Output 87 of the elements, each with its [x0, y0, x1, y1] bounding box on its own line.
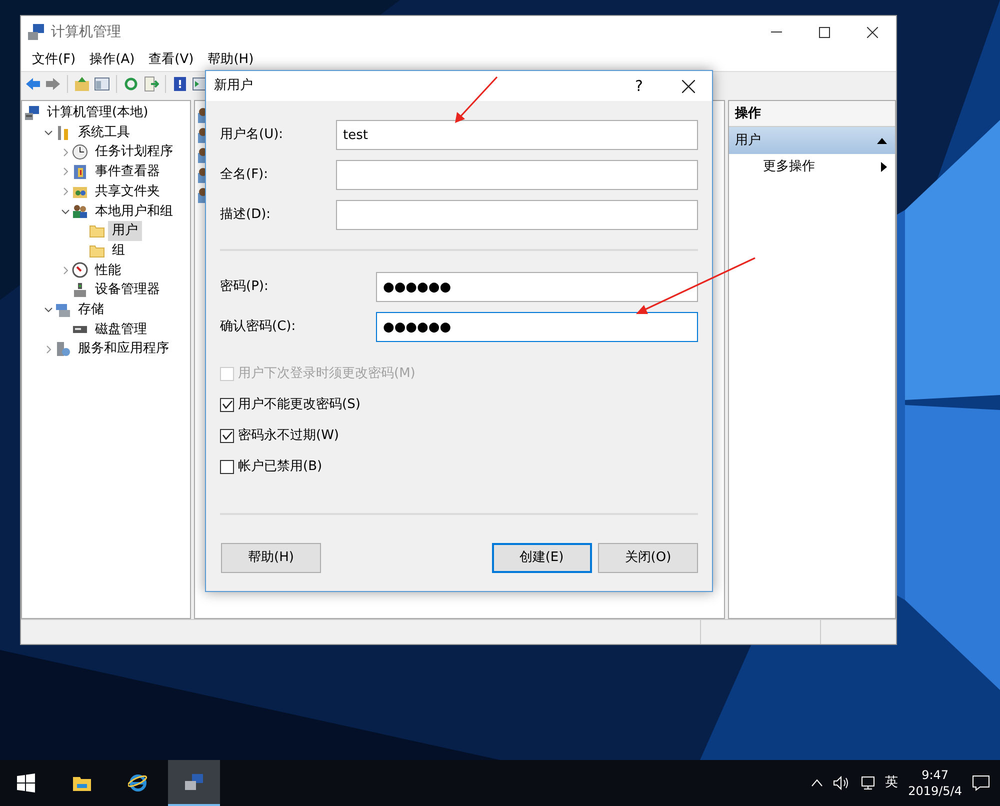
services-icon [55, 341, 71, 358]
refresh-icon[interactable] [123, 76, 139, 92]
text-field[interactable] [336, 160, 698, 190]
console-tree-icon[interactable] [94, 76, 110, 92]
folder-icon [89, 242, 105, 259]
speaker-icon[interactable] [833, 776, 850, 790]
dialog-title: 新用户 [214, 77, 253, 96]
checkbox[interactable] [220, 398, 234, 412]
input-method-indicator[interactable]: 英 [885, 773, 898, 793]
tools-icon [55, 124, 71, 141]
up-folder-icon[interactable] [74, 76, 90, 92]
browser-icon[interactable] [128, 773, 148, 793]
window-title: 计算机管理 [51, 22, 121, 42]
field-label: 全名(F): [220, 166, 270, 184]
tree-item[interactable]: 设备管理器 [91, 280, 164, 300]
notification-icon[interactable] [972, 775, 990, 791]
tree-item[interactable]: 系统工具 [74, 122, 134, 142]
tree-item[interactable]: 磁盘管理 [91, 320, 151, 340]
text-field[interactable]: ●●●●●● [376, 312, 698, 342]
computer-management-icon [27, 22, 45, 41]
folder-icon [89, 222, 105, 239]
clock-date[interactable]: 2019/5/4 [908, 783, 962, 800]
users-icon [72, 203, 88, 220]
tree-item[interactable]: 组 [108, 240, 129, 260]
expand-chevron-icon[interactable] [60, 148, 70, 157]
checkbox-label: 密码永不过期(W) [238, 426, 339, 445]
dialog-button[interactable]: 帮助(H) [221, 543, 321, 573]
menu-item[interactable]: 查看(V) [142, 50, 201, 70]
dialog-button[interactable]: 创建(E) [492, 543, 592, 573]
tree-item[interactable]: 计算机管理(本地) [43, 103, 152, 123]
field-label: 密码(P): [220, 278, 270, 296]
dialog-button[interactable]: 关闭(O) [598, 543, 698, 573]
device-icon [72, 282, 88, 298]
field-label: 用户名(U): [220, 126, 284, 144]
start-icon[interactable] [16, 773, 36, 793]
expand-chevron-icon[interactable] [60, 266, 70, 275]
text-field[interactable] [336, 200, 698, 230]
tree-item[interactable]: 事件查看器 [91, 162, 164, 182]
collapse-chevron-icon[interactable] [44, 305, 52, 314]
text-field[interactable]: ●●●●●● [376, 272, 698, 302]
action-item[interactable]: 更多操作 [729, 154, 895, 180]
menu-item[interactable]: 操作(A) [82, 50, 142, 70]
checkbox-label: 帐户已禁用(B) [238, 458, 322, 476]
text-field[interactable]: test [336, 120, 698, 150]
collapse-chevron-icon[interactable] [60, 206, 70, 216]
maximize-icon[interactable] [818, 26, 830, 38]
field-label: 描述(D): [220, 206, 272, 224]
tree-item[interactable]: 任务计划程序 [91, 142, 177, 162]
expand-chevron-icon[interactable] [60, 167, 70, 176]
field-label: 确认密码(C): [220, 318, 297, 336]
tree-item[interactable]: 服务和应用程序 [74, 339, 173, 359]
storage-icon [55, 302, 71, 318]
event-log-icon [72, 164, 88, 180]
computer-management-icon[interactable] [184, 772, 204, 792]
close-icon[interactable] [866, 26, 878, 38]
annotation-arrow [455, 76, 498, 123]
section-title: 用户 [735, 132, 761, 150]
section-header[interactable]: 用户 [729, 127, 895, 154]
minimize-icon[interactable] [770, 31, 782, 33]
action-label: 更多操作 [763, 158, 815, 176]
checkbox[interactable] [220, 460, 234, 474]
checkbox-label: 用户下次登录时须更改密码(M) [238, 364, 416, 383]
checkbox[interactable] [220, 428, 234, 442]
back-arrow-icon[interactable] [25, 76, 41, 92]
tree-item[interactable]: 存储 [74, 300, 108, 320]
expand-chevron-icon[interactable] [60, 187, 70, 196]
chevron-up-icon[interactable] [811, 779, 824, 787]
expand-chevron-icon[interactable] [44, 344, 52, 354]
tree-item[interactable]: 本地用户和组 [91, 202, 177, 222]
submenu-arrow-icon [881, 162, 887, 172]
gauge-icon [72, 262, 88, 278]
checkbox-label: 用户不能更改密码(S) [238, 396, 360, 414]
clock-icon [72, 144, 88, 160]
clock-time[interactable]: 9:47 [922, 766, 949, 783]
tree-item[interactable]: 用户 [108, 221, 142, 241]
menu-item[interactable]: 文件(F) [25, 50, 83, 70]
tree-item[interactable]: 共享文件夹 [91, 182, 164, 202]
help-button[interactable]: ? [614, 74, 664, 98]
tree-item[interactable]: 性能 [91, 260, 125, 280]
collapse-chevron-icon[interactable] [44, 128, 52, 138]
computer-icon [24, 104, 40, 121]
close-icon[interactable] [682, 80, 694, 92]
pane-header: 操作 [729, 101, 895, 127]
export-icon[interactable] [143, 76, 159, 92]
menu-item[interactable]: 帮助(H) [200, 50, 261, 70]
network-icon[interactable] [859, 776, 876, 790]
forward-arrow-icon[interactable] [45, 76, 61, 92]
